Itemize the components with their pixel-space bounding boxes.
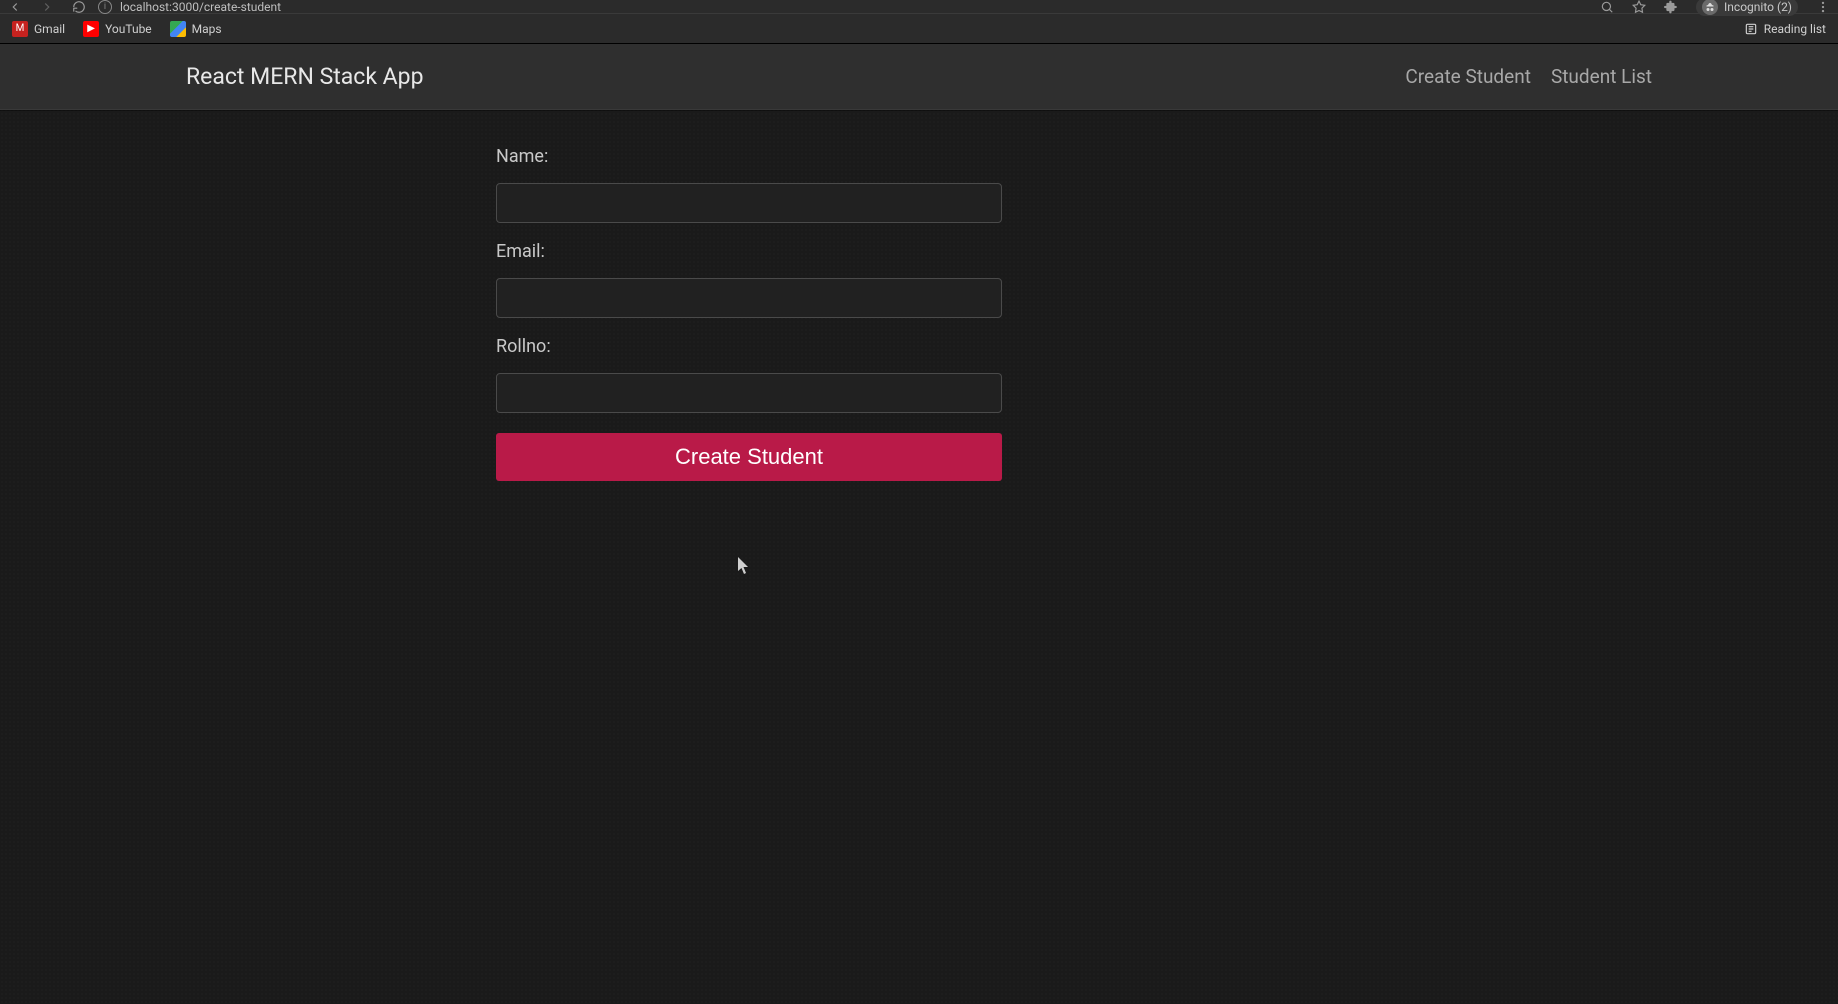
reading-list-label: Reading list (1764, 22, 1826, 36)
incognito-icon (1702, 0, 1718, 15)
form-group-email: Email: (496, 241, 1002, 318)
bookmark-gmail[interactable]: M Gmail (12, 21, 65, 37)
incognito-label: Incognito (2) (1724, 0, 1792, 14)
incognito-badge[interactable]: Incognito (2) (1696, 0, 1798, 16)
browser-toolbar: i localhost:3000/create-student Incognit… (0, 0, 1838, 14)
address-bar[interactable]: i localhost:3000/create-student (98, 0, 281, 14)
form-group-rollno: Rollno: (496, 336, 1002, 413)
bookmark-maps[interactable]: Maps (170, 21, 222, 37)
bookmark-label: Maps (192, 22, 222, 36)
reading-list-button[interactable]: Reading list (1744, 22, 1826, 36)
rollno-input[interactable] (496, 373, 1002, 413)
star-icon[interactable] (1632, 0, 1646, 14)
bookmark-label: Gmail (34, 22, 65, 36)
nav-link-create-student[interactable]: Create Student (1405, 65, 1531, 88)
reload-icon[interactable] (72, 0, 86, 14)
maps-icon (170, 21, 186, 37)
bookmark-label: YouTube (105, 22, 152, 36)
form-group-name: Name: (496, 146, 1002, 223)
app-title[interactable]: React MERN Stack App (186, 63, 424, 90)
name-input[interactable] (496, 183, 1002, 223)
email-label: Email: (496, 241, 1002, 262)
create-student-button[interactable]: Create Student (496, 433, 1002, 481)
nav-buttons (8, 0, 86, 14)
page-content: Name: Email: Rollno: Create Student (0, 110, 1838, 481)
youtube-icon: ▶ (83, 21, 99, 37)
name-label: Name: (496, 146, 1002, 167)
menu-icon[interactable] (1816, 0, 1830, 14)
app-navbar: React MERN Stack App Create Student Stud… (0, 44, 1838, 110)
url-text: localhost:3000/create-student (120, 0, 281, 14)
reading-list-icon (1744, 22, 1758, 36)
gmail-icon: M (12, 21, 28, 37)
bookmark-youtube[interactable]: ▶ YouTube (83, 21, 152, 37)
email-input[interactable] (496, 278, 1002, 318)
create-student-form: Name: Email: Rollno: Create Student (496, 146, 1002, 481)
back-icon[interactable] (8, 0, 22, 14)
rollno-label: Rollno: (496, 336, 1002, 357)
site-info-icon[interactable]: i (98, 0, 112, 14)
extensions-icon[interactable] (1664, 0, 1678, 14)
nav-link-student-list[interactable]: Student List (1551, 65, 1652, 88)
forward-icon[interactable] (40, 0, 54, 14)
nav-links: Create Student Student List (1405, 65, 1652, 88)
cursor-icon (738, 557, 750, 575)
zoom-icon[interactable] (1600, 0, 1614, 14)
bookmarks-bar: M Gmail ▶ YouTube Maps Reading list (0, 14, 1838, 44)
